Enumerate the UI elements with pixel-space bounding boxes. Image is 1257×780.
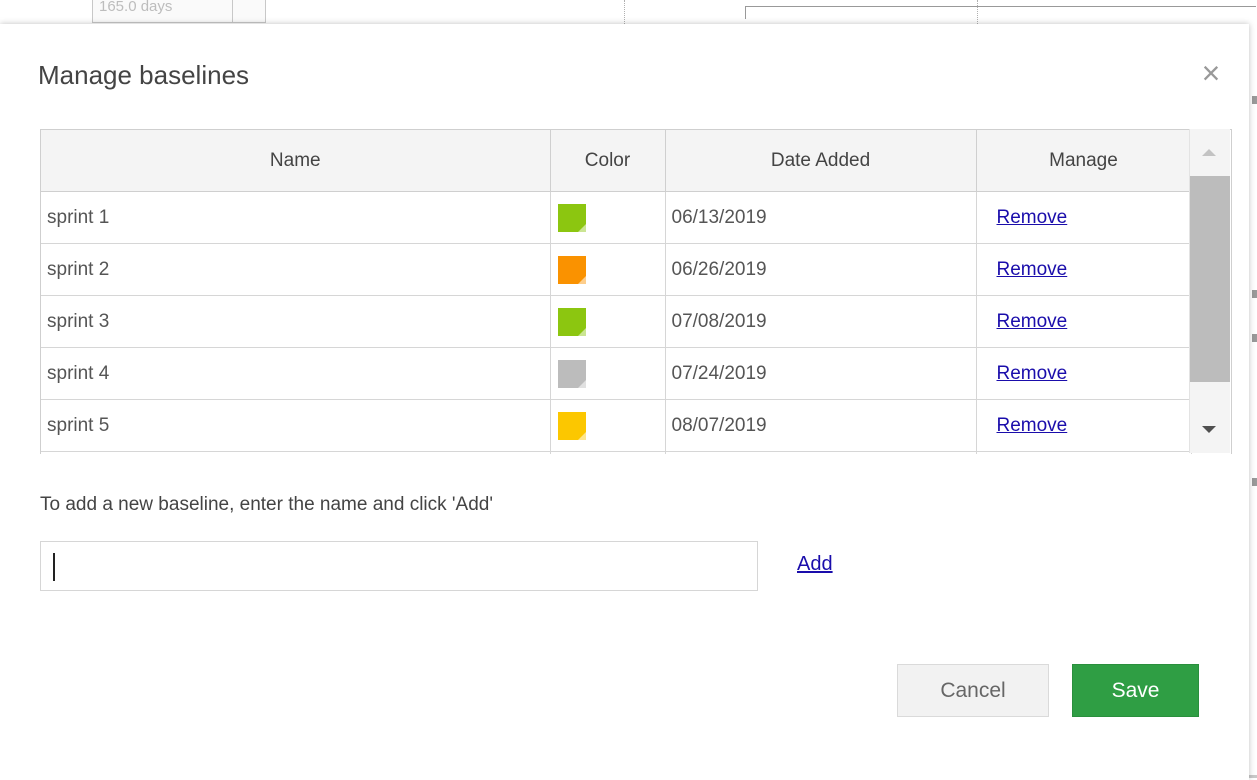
dialog-title: Manage baselines [38, 60, 250, 90]
text-cursor [53, 553, 55, 581]
baseline-manage-cell: Remove [976, 399, 1192, 452]
add-link[interactable]: Add [797, 553, 833, 576]
baselines-table: Name Color Date Added Manage sprint 1 06… [40, 129, 1232, 454]
baseline-name-input[interactable] [40, 541, 758, 591]
table-row: sprint 4 07/24/2019 Remove [41, 347, 1192, 400]
scrollbar-thumb[interactable] [1190, 176, 1230, 382]
add-baseline-hint: To add a new baseline, enter the name an… [40, 494, 493, 515]
baseline-manage-cell: Remove [976, 295, 1192, 348]
baseline-color-cell [550, 295, 666, 348]
remove-link[interactable]: Remove [983, 415, 1068, 436]
column-header-manage[interactable]: Manage [976, 130, 1192, 192]
baseline-name: sprint 1 [41, 191, 551, 244]
column-header-name[interactable]: Name [41, 130, 551, 192]
baseline-name: sprint 2 [41, 243, 551, 296]
baseline-date: 07/08/2019 [665, 295, 977, 348]
baseline-name: sprint 4 [41, 347, 551, 400]
background-duration-cell: 165.0 days [92, 0, 236, 23]
color-swatch[interactable] [557, 307, 586, 336]
baseline-manage-cell: Remove [976, 243, 1192, 296]
table-row: sprint 2 06/26/2019 Remove [41, 243, 1192, 296]
table-cell-empty [665, 451, 977, 454]
baseline-date: 06/26/2019 [665, 243, 977, 296]
table-row: sprint 3 07/08/2019 Remove [41, 295, 1192, 348]
column-header-color[interactable]: Color [550, 130, 666, 192]
baseline-color-cell [550, 347, 666, 400]
save-button[interactable]: Save [1072, 664, 1199, 717]
scroll-down-arrow-icon[interactable] [1202, 426, 1216, 433]
baseline-name: sprint 5 [41, 399, 551, 452]
background-small-cell [232, 0, 266, 23]
table-cell-empty [550, 451, 666, 454]
background-gantt-bar [745, 6, 1256, 19]
color-swatch[interactable] [557, 255, 586, 284]
manage-baselines-dialog: Manage baselines × Name Color Date Added… [0, 24, 1249, 780]
table-scrollbar[interactable] [1189, 129, 1230, 453]
color-swatch[interactable] [557, 411, 586, 440]
color-swatch[interactable] [557, 359, 586, 388]
baseline-color-cell [550, 243, 666, 296]
table-cell-empty [41, 451, 551, 454]
baseline-color-cell [550, 191, 666, 244]
background-gridline [624, 0, 625, 26]
scroll-up-arrow-icon[interactable] [1202, 149, 1216, 156]
baseline-date: 08/07/2019 [665, 399, 977, 452]
baseline-manage-cell: Remove [976, 347, 1192, 400]
baseline-color-cell [550, 399, 666, 452]
table-cell-empty [976, 451, 1192, 454]
baseline-name: sprint 3 [41, 295, 551, 348]
cancel-button[interactable]: Cancel [897, 664, 1049, 717]
remove-link[interactable]: Remove [983, 363, 1068, 384]
color-swatch[interactable] [557, 203, 586, 232]
remove-link[interactable]: Remove [983, 207, 1068, 228]
table-header-row: Name Color Date Added Manage [41, 130, 1192, 192]
background-edge-mark [1252, 290, 1257, 298]
background-edge-mark [1252, 478, 1257, 486]
close-icon[interactable]: × [1196, 57, 1226, 89]
table-row: sprint 1 06/13/2019 Remove [41, 191, 1192, 244]
remove-link[interactable]: Remove [983, 311, 1068, 332]
table-row [41, 451, 1192, 454]
remove-link[interactable]: Remove [983, 259, 1068, 280]
baseline-date: 06/13/2019 [665, 191, 977, 244]
column-header-date-added[interactable]: Date Added [665, 130, 977, 192]
background-edge-mark [1252, 96, 1257, 104]
background-edge-mark [1252, 334, 1257, 342]
table-row: sprint 5 08/07/2019 Remove [41, 399, 1192, 452]
baseline-manage-cell: Remove [976, 191, 1192, 244]
baseline-date: 07/24/2019 [665, 347, 977, 400]
